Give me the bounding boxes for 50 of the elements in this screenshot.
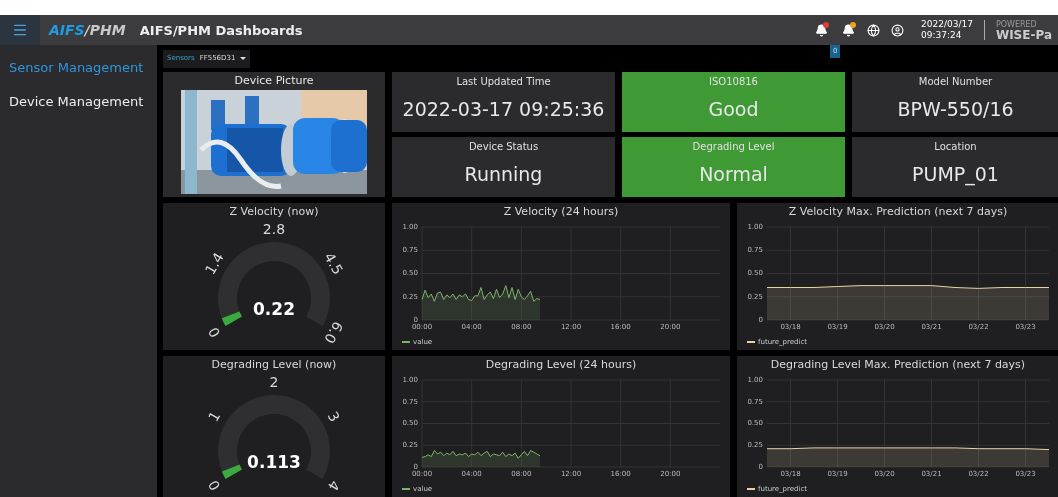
logo: AIFS/PHM xyxy=(49,20,126,40)
stat-label: ISO10816 xyxy=(709,75,758,89)
stat-label: Model Number xyxy=(918,75,993,89)
menu-icon xyxy=(12,22,28,38)
powered-by-label: POWERED xyxy=(995,19,1038,30)
panel-title: Z Velocity (now) xyxy=(229,204,319,220)
gauge-tick-label: 4.5 xyxy=(321,249,347,278)
sidebar-item[interactable]: Sensor Management xyxy=(9,58,157,78)
gauge-tick-label: 0 xyxy=(205,324,224,341)
gauge-value: 0.113 xyxy=(247,452,301,472)
sidebar-item[interactable]: Device Management xyxy=(9,91,157,111)
gauge-value: 0.22 xyxy=(253,299,295,319)
stat-label: Degrading Level xyxy=(692,140,775,154)
panel-title: Degrading Level (24 hours) xyxy=(484,357,638,373)
globe-icon[interactable] xyxy=(867,23,881,37)
stat-value: Normal xyxy=(699,162,768,187)
menu-button[interactable] xyxy=(0,15,40,45)
brand-name: WISE-Pa xyxy=(995,30,1052,41)
stat-label: Device Status xyxy=(468,140,539,154)
gauge-tick-label: 2 xyxy=(269,374,279,390)
panel-title: Degrading Level Max. Prediction (next 7 days) xyxy=(769,357,1027,373)
panel-title: Degrading Level (now) xyxy=(211,357,337,373)
bell-icon xyxy=(841,23,855,37)
stat-value: Running xyxy=(464,162,543,187)
caret-icon xyxy=(240,57,247,60)
bell-icon xyxy=(814,23,828,37)
notification-button[interactable] xyxy=(840,22,857,38)
stat-value: PUMP_01 xyxy=(912,162,999,188)
panel-title: Z Velocity Max. Prediction (next 7 days) xyxy=(787,204,1009,220)
gauge-tick-label: 0 xyxy=(205,477,224,494)
gauge-tick-label: 4 xyxy=(324,477,343,494)
date-text: 2022/03/17 xyxy=(921,19,973,30)
gauge-fill xyxy=(221,311,242,326)
gauge-tick-label: 2.8 xyxy=(262,221,286,237)
gauge-tick-label: 3 xyxy=(324,408,343,425)
gauge-tick-label: 1.4 xyxy=(201,249,227,278)
stat-label: Last Updated Time xyxy=(456,75,551,89)
stat-value: 2022-03-17 09:25:36 xyxy=(402,97,605,122)
app-title: AIFS/PHM Dashboards xyxy=(139,21,303,40)
panel-title: Device Picture xyxy=(234,73,314,89)
panel-title: Z Velocity (24 hours) xyxy=(502,204,620,220)
stat-value: BPW-550/16 xyxy=(897,97,1014,122)
gauge-fill xyxy=(221,464,242,479)
user-icon[interactable] xyxy=(891,23,905,37)
gauge-tick-label: 1 xyxy=(205,408,224,425)
stat-label: Location xyxy=(934,140,977,154)
stat-value: Good xyxy=(708,97,759,122)
gauge-tick-label: 6.0 xyxy=(321,318,347,347)
time-text: 09:37:24 xyxy=(921,30,963,41)
notification-button[interactable] xyxy=(813,22,830,38)
